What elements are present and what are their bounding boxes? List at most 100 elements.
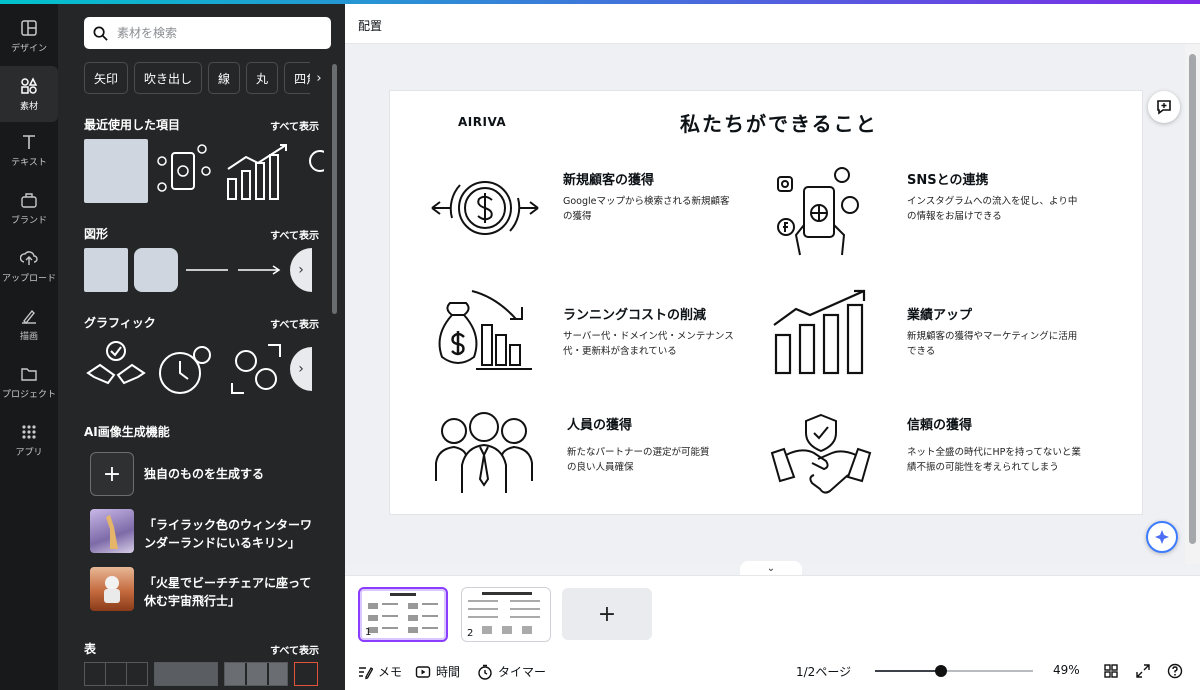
table-title: 表 <box>84 642 97 656</box>
recent-title: 最近使用した項目 <box>84 118 181 132</box>
shapes-see-all[interactable]: すべて表示 <box>270 227 319 242</box>
search-input[interactable] <box>117 26 317 40</box>
rail-label: 素材 <box>19 101 38 112</box>
phone-social-icon[interactable] <box>154 139 218 203</box>
chip-speech-bubble[interactable]: 吹き出し <box>134 62 203 94</box>
recent-item-rect[interactable] <box>84 139 148 203</box>
feature-1-desc[interactable]: Googleマップから検索される新規顧客の獲得 <box>563 194 738 224</box>
layout-icon <box>21 19 37 36</box>
notes-button[interactable]: メモ <box>357 663 402 680</box>
handshake-check-icon[interactable] <box>84 337 148 401</box>
time-gear-icon[interactable] <box>154 337 218 401</box>
rail-design[interactable]: デザイン <box>0 8 58 64</box>
team-members-icon[interactable] <box>434 409 534 495</box>
arrange-title[interactable]: 配置 <box>358 17 382 34</box>
rail-text[interactable]: テキスト <box>0 122 58 178</box>
timer-button[interactable]: タイマー <box>477 663 546 680</box>
rail-draw[interactable]: 描画 <box>0 296 58 352</box>
page-number: 2 <box>467 628 474 639</box>
ai-example-2-label[interactable]: 「火星でビーチチェアに座って休む宇宙飛行士」 <box>144 574 322 610</box>
growth-chart-icon[interactable] <box>224 139 298 203</box>
canvas-scrollbar[interactable] <box>1185 44 1200 564</box>
table-item-3[interactable] <box>224 662 288 686</box>
feature-2-desc[interactable]: インスタグラムへの流入を促し、より中の情報をお届けできる <box>907 194 1082 224</box>
ai-example-1-label[interactable]: 「ライラック色のウィンターワンダーランドにいるキリン」 <box>144 516 322 552</box>
shape-line[interactable] <box>184 248 230 292</box>
feature-4-desc[interactable]: 新規顧客の獲得やマーケティングに活用できる <box>907 329 1082 359</box>
rail-label: 描画 <box>19 331 38 342</box>
ai-example-giraffe-image[interactable] <box>90 509 134 553</box>
slide-title[interactable]: 私たちができること <box>680 108 878 137</box>
trust-handshake-icon[interactable] <box>768 411 874 499</box>
zoom-slider-knob[interactable] <box>934 665 947 677</box>
ai-generate-label[interactable]: 独自のものを生成する <box>144 465 264 483</box>
feature-1-title[interactable]: 新規顧客の獲得 <box>563 169 654 188</box>
rail-projects[interactable]: プロジェクト <box>0 354 58 410</box>
feature-5-desc[interactable]: 新たなパートナーの選定が可能質の良い人員確保 <box>567 445 712 475</box>
magic-assistant-button[interactable] <box>1146 521 1178 553</box>
zoom-slider[interactable] <box>875 665 1033 677</box>
ai-generate-button[interactable]: + <box>90 452 134 496</box>
panel-scrollbar-thumb[interactable] <box>332 64 337 314</box>
page-indicator[interactable]: 1/2ページ <box>796 663 851 680</box>
graphics-title: グラフィック <box>84 316 156 330</box>
help-icon <box>1167 663 1183 679</box>
feature-3-title[interactable]: ランニングコストの削減 <box>563 304 706 323</box>
elements-icon <box>21 76 38 94</box>
page-thumbnail-1[interactable]: 1 <box>358 587 448 642</box>
shape-arrow-line[interactable] <box>236 248 282 292</box>
comment-add-icon <box>1157 100 1171 115</box>
zoom-percent[interactable]: 49% <box>1053 663 1080 677</box>
table-see-all[interactable]: すべて表示 <box>270 642 319 657</box>
upload-icon <box>20 250 38 265</box>
feature-2-title[interactable]: SNSとの連携 <box>907 169 988 188</box>
recent-items <box>84 139 324 203</box>
canvas-scrollbar-thumb[interactable] <box>1189 54 1196 544</box>
rail-elements[interactable]: 素材 <box>0 66 58 122</box>
performance-growth-icon[interactable] <box>770 289 870 377</box>
rail-label: アプリ <box>15 447 43 458</box>
shape-square[interactable] <box>84 248 128 292</box>
category-chips: 矢印 吹き出し 線 丸 四角 <box>84 62 332 94</box>
feature-6-title[interactable]: 信頼の獲得 <box>907 414 972 433</box>
dollar-cycle-icon[interactable] <box>430 163 540 253</box>
ai-example-astronaut-image[interactable] <box>90 567 134 611</box>
page-thumbnail-2[interactable]: 2 <box>461 587 551 642</box>
graphics-see-all[interactable]: すべて表示 <box>270 316 319 331</box>
chip-line[interactable]: 線 <box>208 62 241 94</box>
grid-view-button[interactable] <box>1103 663 1119 679</box>
editor-footer: メモ 時間 タイマー 1/2ページ 49% <box>345 653 1200 690</box>
recent-see-all[interactable]: すべて表示 <box>270 118 319 133</box>
cost-reduction-icon[interactable] <box>436 287 536 375</box>
feature-6-desc[interactable]: ネット全盛の時代にHPを持ってないと業績不振の可能性を考えられてしまう <box>907 445 1087 475</box>
play-box-icon <box>415 665 431 678</box>
collapse-pages-button[interactable]: ⌄ <box>740 561 802 575</box>
feature-5-title[interactable]: 人員の獲得 <box>567 414 632 433</box>
table-item-2[interactable] <box>154 662 218 686</box>
comment-button[interactable] <box>1148 91 1180 123</box>
feature-3-desc[interactable]: サーバー代・ドメイン代・メンテナンス代・更新料が含まれている <box>563 329 738 359</box>
person-partial-icon[interactable] <box>304 139 324 203</box>
fullscreen-button[interactable] <box>1135 663 1151 679</box>
chip-circle[interactable]: 丸 <box>246 62 279 94</box>
slide-canvas[interactable]: AIRIVA 私たちができること 新規顧客の獲得 Googleマップから検索され… <box>390 91 1142 514</box>
draw-icon <box>22 309 36 324</box>
add-page-button[interactable]: + <box>562 588 652 640</box>
feature-4-title[interactable]: 業績アップ <box>907 304 972 323</box>
gears-cycle-icon[interactable] <box>224 337 288 401</box>
text-icon <box>23 134 35 149</box>
phone-social-media-icon[interactable] <box>772 165 862 257</box>
slide-logo[interactable]: AIRIVA <box>458 115 506 129</box>
chips-next-button[interactable]: › <box>310 62 328 94</box>
rail-apps[interactable]: アプリ <box>0 412 58 468</box>
rail-upload[interactable]: アップロード <box>0 238 58 294</box>
shape-rounded-square[interactable] <box>134 248 178 292</box>
table-item-1[interactable] <box>84 662 148 686</box>
help-button[interactable] <box>1167 663 1183 679</box>
pages-strip: 1 2 + <box>345 575 1200 653</box>
search-box[interactable] <box>84 17 331 49</box>
chip-arrow[interactable]: 矢印 <box>84 62 129 94</box>
duration-button[interactable]: 時間 <box>415 663 460 680</box>
table-item-4[interactable] <box>294 662 318 686</box>
rail-brand[interactable]: ブランド <box>0 180 58 236</box>
